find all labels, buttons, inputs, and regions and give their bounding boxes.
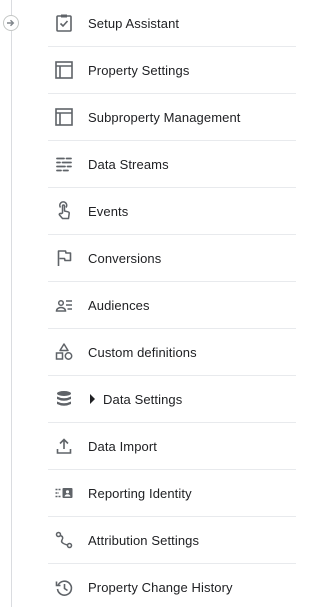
menu-item-label: Custom definitions bbox=[88, 344, 197, 360]
menu-item-label: Conversions bbox=[88, 250, 162, 266]
collapse-toggle-button[interactable] bbox=[3, 15, 19, 31]
menu-item-property-settings[interactable]: Property Settings bbox=[48, 47, 296, 94]
property-layout-icon bbox=[52, 105, 76, 129]
menu-item-label: Data Streams bbox=[88, 156, 169, 172]
menu-item-label: Setup Assistant bbox=[88, 15, 180, 31]
menu-item-data-settings[interactable]: Data Settings bbox=[48, 376, 296, 423]
menu-item-custom-definitions[interactable]: Custom definitions bbox=[48, 329, 296, 376]
menu-item-data-streams[interactable]: Data Streams bbox=[48, 141, 296, 188]
menu-item-label: Events bbox=[88, 203, 129, 219]
database-icon bbox=[52, 387, 76, 411]
menu-item-label: Data Import bbox=[88, 438, 158, 454]
property-layout-icon bbox=[52, 58, 76, 82]
sidebar-rail bbox=[11, 0, 12, 607]
clipboard-check-icon bbox=[52, 11, 76, 35]
menu-item-label: Property Settings bbox=[88, 62, 190, 78]
menu-item-setup-assistant[interactable]: Setup Assistant bbox=[48, 0, 296, 47]
menu-item-label: Data Settings bbox=[103, 391, 183, 407]
flag-icon bbox=[52, 246, 76, 270]
upload-icon bbox=[52, 434, 76, 458]
audience-icon bbox=[52, 293, 76, 317]
menu-item-data-import[interactable]: Data Import bbox=[48, 423, 296, 470]
menu-item-label: Property Change History bbox=[88, 580, 233, 595]
history-icon bbox=[52, 576, 76, 600]
property-admin-menu: Setup Assistant Property Settings Subpro… bbox=[48, 0, 296, 611]
menu-item-label: Audiences bbox=[88, 297, 150, 313]
touch-icon bbox=[52, 199, 76, 223]
menu-item-attribution-settings[interactable]: Attribution Settings bbox=[48, 517, 296, 564]
expand-caret-icon[interactable] bbox=[90, 394, 95, 404]
menu-item-label: Attribution Settings bbox=[88, 532, 200, 548]
menu-item-property-change-history[interactable]: Property Change History bbox=[48, 564, 296, 611]
data-streams-icon bbox=[52, 152, 76, 176]
reporting-identity-icon bbox=[52, 481, 76, 505]
menu-item-events[interactable]: Events bbox=[48, 188, 296, 235]
menu-item-audiences[interactable]: Audiences bbox=[48, 282, 296, 329]
attribution-path-icon bbox=[52, 528, 76, 552]
menu-item-label: Reporting Identity bbox=[88, 485, 192, 501]
menu-item-conversions[interactable]: Conversions bbox=[48, 235, 296, 282]
shapes-icon bbox=[52, 340, 76, 364]
arrow-right-icon bbox=[7, 19, 15, 27]
menu-item-subproperty-management[interactable]: Subproperty Management bbox=[48, 94, 296, 141]
menu-item-label: Subproperty Management bbox=[88, 109, 241, 125]
menu-item-reporting-identity[interactable]: Reporting Identity bbox=[48, 470, 296, 517]
